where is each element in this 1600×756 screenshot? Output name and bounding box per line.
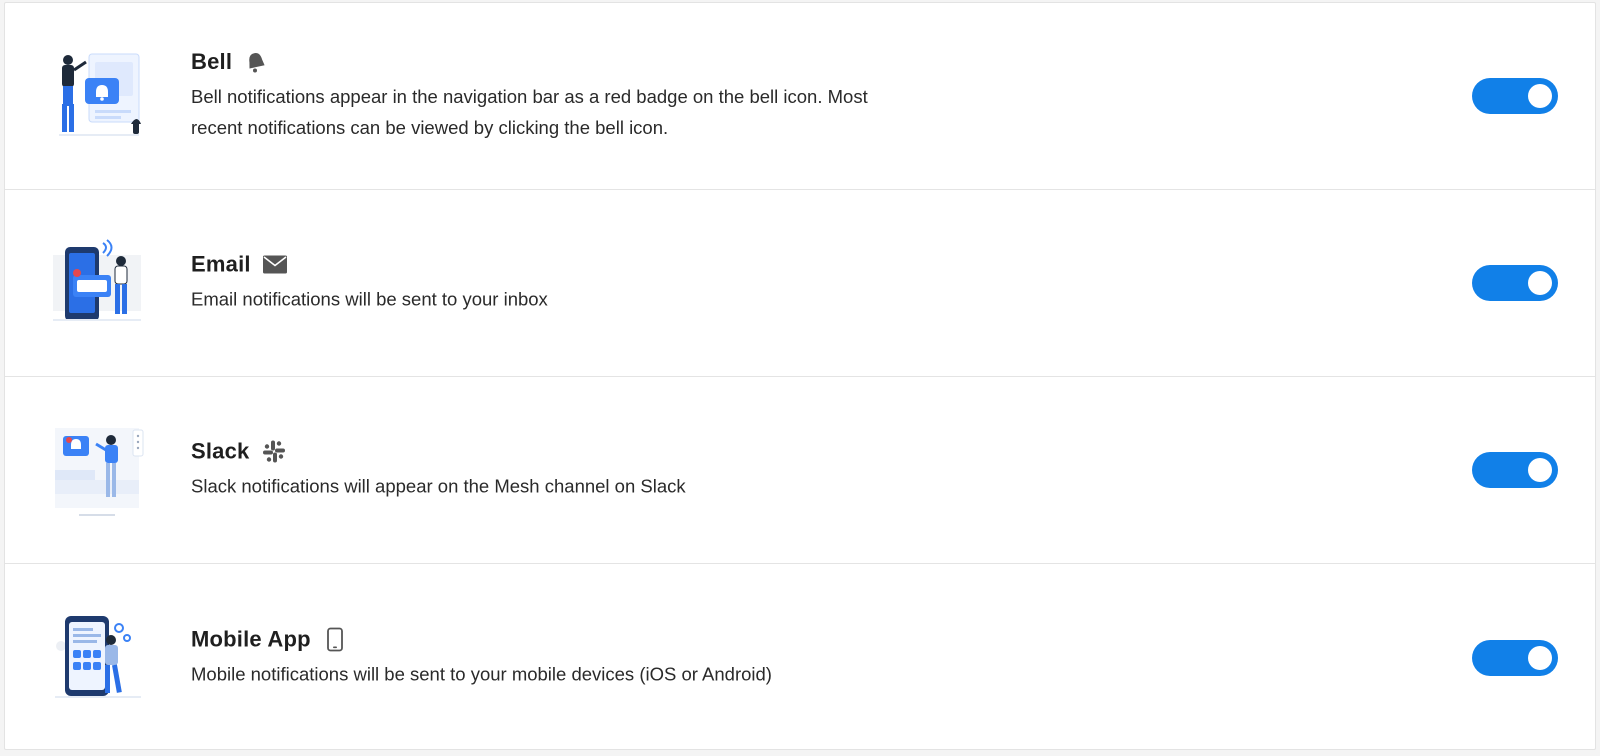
- mobile-phone-icon: [323, 627, 347, 651]
- setting-title-bell: Bell: [191, 49, 233, 74]
- notification-settings-panel: Bell Bell notifications appear in the na…: [4, 2, 1596, 750]
- setting-text-bell: Bell Bell notifications appear in the na…: [191, 49, 951, 143]
- setting-text-mobile: Mobile App Mobile notifications will be …: [191, 626, 951, 689]
- bell-illustration: [49, 48, 145, 144]
- setting-description-slack: Slack notifications will appear on the M…: [191, 475, 686, 497]
- setting-description-mobile: Mobile notifications will be sent to you…: [191, 663, 772, 684]
- mobile-illustration: [49, 610, 145, 706]
- toggle-knob: [1528, 84, 1552, 108]
- setting-description-bell: Bell notifications appear in the navigat…: [191, 86, 868, 138]
- setting-row-bell: Bell Bell notifications appear in the na…: [5, 3, 1595, 190]
- setting-title-email: Email: [191, 251, 251, 277]
- bell-icon: [244, 50, 268, 74]
- setting-row-mobile: Mobile App Mobile notifications will be …: [5, 564, 1595, 751]
- bell-toggle[interactable]: [1472, 78, 1558, 114]
- slack-icon: [262, 440, 286, 464]
- toggle-knob: [1528, 645, 1552, 670]
- setting-title-mobile: Mobile App: [191, 626, 311, 651]
- setting-description-email: Email notifications will be sent to your…: [191, 288, 548, 310]
- setting-text-slack: Slack Slack notifications will appear on…: [191, 439, 951, 502]
- envelope-icon: [262, 253, 287, 277]
- setting-text-email: Email Email notifications will be sent t…: [191, 252, 951, 315]
- email-toggle[interactable]: [1472, 265, 1558, 301]
- toggle-knob: [1528, 271, 1552, 295]
- slack-toggle[interactable]: [1472, 452, 1558, 488]
- toggle-knob: [1528, 458, 1552, 482]
- setting-row-email: Email Email notifications will be sent t…: [5, 190, 1595, 377]
- slack-illustration: [49, 422, 145, 518]
- email-illustration: [49, 235, 145, 331]
- setting-title-slack: Slack: [191, 438, 250, 464]
- setting-row-slack: Slack Slack notifications will appear on…: [5, 377, 1595, 564]
- mobile-app-toggle[interactable]: [1472, 639, 1558, 676]
